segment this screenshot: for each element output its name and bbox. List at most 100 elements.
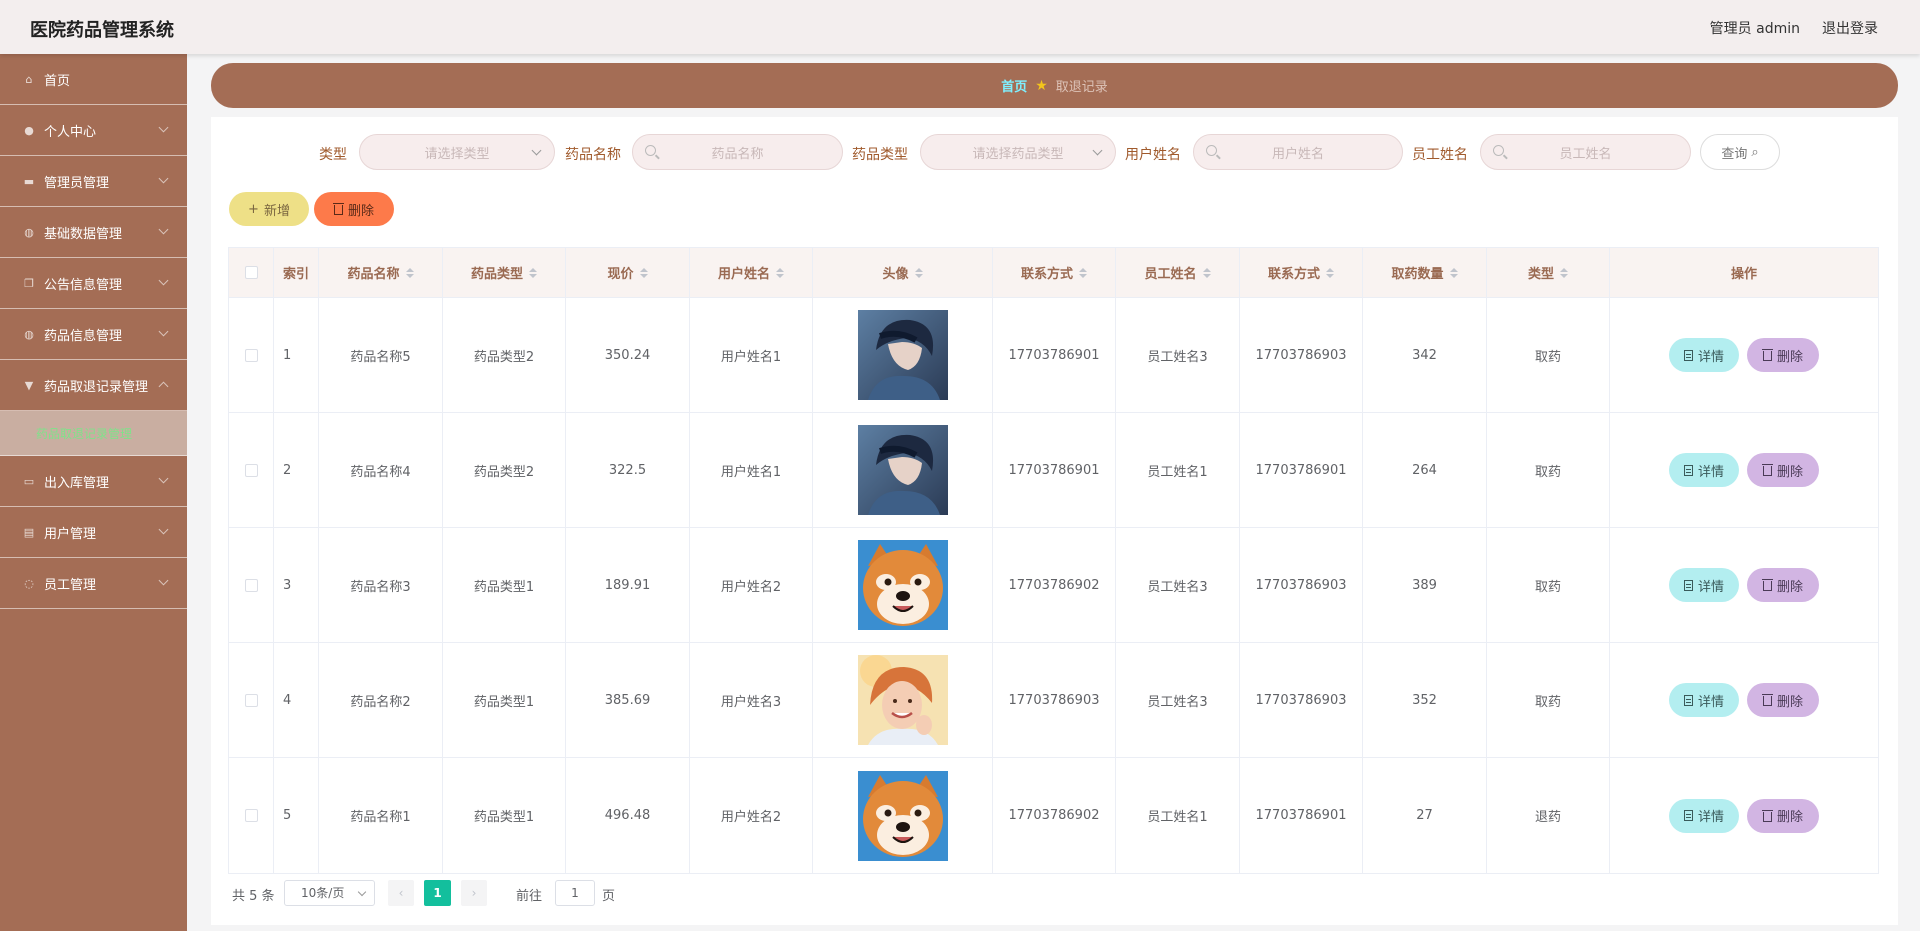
sidebar-item-base-data[interactable]: ◍ 基础数据管理: [0, 207, 187, 258]
cell-user-phone-value: 17703786901: [1008, 462, 1100, 478]
sidebar-item-users[interactable]: ▤ 用户管理: [0, 507, 187, 558]
cell-price-value: 385.69: [604, 692, 651, 708]
sidebar-item-drug-records[interactable]: ▼ 药品取退记录管理: [0, 360, 187, 411]
staff-name-label: 员工姓名: [1412, 147, 1468, 163]
header-index: 索引: [274, 248, 319, 297]
header-user-name[interactable]: 用户姓名: [690, 248, 813, 297]
row-checkbox[interactable]: [244, 578, 258, 592]
row-delete-button[interactable]: 删除: [1747, 453, 1819, 487]
staff-name-input[interactable]: 员工姓名: [1480, 134, 1691, 170]
staff-name-placeholder: 员工姓名: [1559, 146, 1612, 162]
add-button[interactable]: + 新增: [229, 192, 309, 226]
row-checkbox[interactable]: [244, 693, 258, 707]
sidebar-item-home[interactable]: ⌂ 首页: [0, 54, 187, 105]
cell-type: 取药: [1487, 413, 1610, 527]
drug-name-input[interactable]: 药品名称: [632, 134, 843, 170]
cell-quantity-value: 27: [1416, 808, 1433, 823]
breadcrumb-home[interactable]: 首页: [1001, 76, 1027, 95]
sidebar-item-stock[interactable]: ▭ 出入库管理: [0, 456, 187, 507]
select-all-checkbox[interactable]: [244, 266, 258, 279]
chevron-left-icon: ‹: [398, 886, 404, 900]
cell-quantity: 264: [1363, 413, 1487, 527]
trash-icon: [332, 203, 344, 215]
sidebar-item-profile[interactable]: ● 个人中心: [0, 105, 187, 156]
header-type[interactable]: 类型: [1487, 248, 1610, 297]
cell-drug-name: 药品名称2: [319, 643, 443, 757]
row-delete-button[interactable]: 删除: [1747, 568, 1819, 602]
document-icon: [1683, 349, 1693, 361]
page-suffix: 页: [602, 889, 616, 904]
add-button-label: 新增: [263, 203, 290, 219]
row-delete-button[interactable]: 删除: [1747, 798, 1819, 833]
page-number-1[interactable]: 1: [424, 880, 451, 906]
sidebar-item-staff[interactable]: ◌ 员工管理: [0, 558, 187, 609]
chevron-down-icon: [158, 575, 169, 586]
chevron-down-icon: [531, 145, 542, 156]
avatar: [857, 310, 948, 400]
goto-page-input[interactable]: 1: [555, 880, 595, 906]
sort-icon[interactable]: [1202, 267, 1211, 278]
search-icon: ⌕: [1751, 144, 1759, 160]
document-icon: [1683, 464, 1693, 476]
row-checkbox[interactable]: [244, 463, 258, 477]
header-avatar[interactable]: 头像: [813, 248, 993, 297]
header-drug-name[interactable]: 药品名称: [319, 248, 443, 297]
drug-type-select[interactable]: 请选择药品类型: [920, 134, 1116, 170]
sort-icon[interactable]: [1079, 267, 1087, 278]
sort-icon[interactable]: [1449, 267, 1458, 278]
header-staff-phone[interactable]: 联系方式: [1240, 248, 1363, 297]
sidebar-item-notices[interactable]: ❐ 公告信息管理: [0, 258, 187, 309]
row-index: 1: [283, 347, 292, 363]
header-price[interactable]: 现价: [566, 248, 690, 297]
header-staff-name[interactable]: 员工姓名: [1116, 248, 1240, 297]
cell-type-value: 退药: [1534, 810, 1561, 825]
records-table: 索引 药品名称 药品类型 现价 用户姓名 头像 联系方式 员工姓名 联系方式 取…: [228, 247, 1879, 874]
cell-staff-phone: 17703786903: [1240, 298, 1363, 412]
table-row: 3 药品名称3 药品类型1 189.91 用户姓名2 17703786902 员工姓名3 1…: [229, 528, 1878, 643]
detail-button[interactable]: 详情: [1669, 338, 1739, 372]
detail-button[interactable]: 详情: [1669, 798, 1739, 833]
sidebar-item-drugs[interactable]: ◍ 药品信息管理: [0, 309, 187, 360]
page-size-select[interactable]: 10条/页: [284, 880, 375, 906]
header-drug-type[interactable]: 药品类型: [443, 248, 566, 297]
row-delete-label: 删除: [1776, 579, 1803, 595]
globe-icon: ◍: [24, 225, 34, 239]
sort-icon[interactable]: [776, 267, 784, 278]
sort-icon[interactable]: [1560, 267, 1568, 278]
cell-price: 350.24: [566, 298, 690, 412]
header-user-phone[interactable]: 联系方式: [993, 248, 1116, 297]
prev-page-button[interactable]: ‹: [388, 880, 414, 906]
cell-staff-name-value: 员工姓名1: [1147, 810, 1208, 825]
row-delete-button[interactable]: 删除: [1747, 683, 1819, 717]
header-quantity[interactable]: 取药数量: [1363, 248, 1487, 297]
detail-button[interactable]: 详情: [1669, 453, 1739, 487]
sidebar-item-admins[interactable]: ▬ 管理员管理: [0, 156, 187, 207]
sort-icon[interactable]: [914, 267, 923, 278]
sidebar-item-label: 出入库管理: [44, 475, 110, 491]
header-checkbox-cell: [229, 248, 274, 297]
sort-icon[interactable]: [639, 267, 648, 278]
cell-user-phone: 17703786901: [993, 413, 1116, 527]
power-icon: ◌: [24, 576, 34, 590]
sort-icon[interactable]: [1326, 267, 1334, 278]
query-button[interactable]: 查询 ⌕: [1700, 134, 1780, 170]
detail-button[interactable]: 详情: [1669, 683, 1739, 717]
sort-icon[interactable]: [405, 267, 414, 278]
cell-staff-name: 员工姓名1: [1116, 413, 1240, 527]
batch-delete-button[interactable]: 删除: [314, 192, 394, 226]
detail-button[interactable]: 详情: [1669, 568, 1739, 602]
sort-icon[interactable]: [529, 267, 537, 278]
cell-drug-type: 药品类型2: [443, 298, 566, 412]
type-select[interactable]: 请选择类型: [359, 134, 555, 170]
next-page-button[interactable]: ›: [461, 880, 487, 906]
header-label: 联系方式: [1020, 267, 1073, 282]
sidebar-item-label: 基础数据管理: [44, 226, 123, 242]
search-icon: [1493, 145, 1504, 156]
row-checkbox[interactable]: [244, 348, 258, 362]
sidebar-subitem-drug-records[interactable]: 药品取退记录管理: [0, 411, 187, 456]
detail-label: 详情: [1697, 464, 1724, 480]
row-delete-button[interactable]: 删除: [1747, 338, 1819, 372]
row-checkbox[interactable]: [244, 809, 258, 822]
logout-link[interactable]: 退出登录: [1822, 18, 1878, 38]
user-name-input[interactable]: 用户姓名: [1193, 134, 1403, 170]
